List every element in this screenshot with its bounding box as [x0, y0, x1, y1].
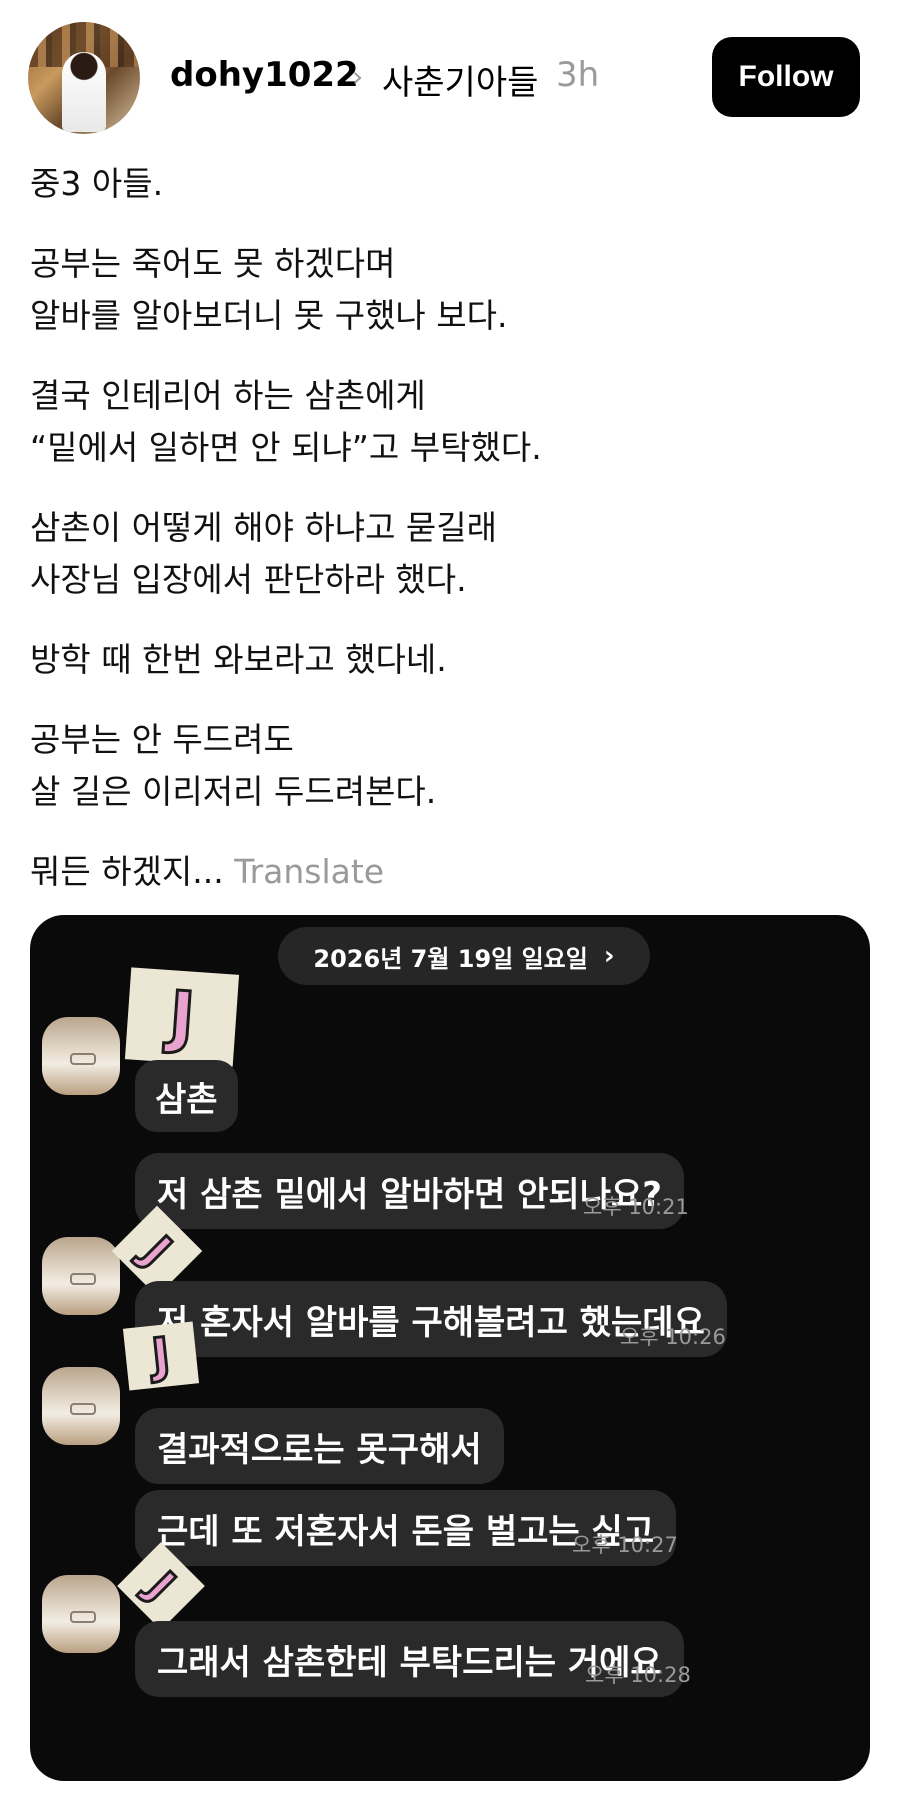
attached-chat-image[interactable]: 2026년 7월 19일 일요일 › J 삼촌 저 삼촌 밑에서 알바하면 안되…: [30, 915, 870, 1781]
post-line: 공부는 안 두드려도: [30, 720, 294, 759]
avatar-person: [62, 52, 106, 132]
chevron-right-icon: ›: [352, 60, 364, 93]
sticker-letter: J: [122, 1321, 200, 1391]
message-bubble: 결과적으로는 못구해서: [135, 1408, 504, 1484]
date-label: 2026년 7월 19일 일요일: [313, 944, 588, 973]
sticker-letter: J: [124, 967, 240, 1067]
post-paragraph: 결국 인테리어 하는 삼촌에게 “밑에서 일하면 안 되냐”고 부탁했다.: [30, 370, 870, 474]
translate-link[interactable]: Translate: [234, 852, 384, 891]
author-avatar[interactable]: [28, 22, 140, 134]
post-line: 살 길은 이리저리 두드려본다.: [30, 772, 437, 811]
message-time: 오후 10:26: [620, 1325, 726, 1349]
post-paragraph: 공부는 안 두드려도 살 길은 이리저리 두드려본다.: [30, 714, 870, 818]
chat-avatar: [42, 1237, 120, 1315]
message-time: 오후 10:21: [583, 1195, 689, 1219]
author-username[interactable]: dohy1022: [170, 55, 359, 95]
post-paragraph: 뭐든 하겠지... Translate: [30, 846, 870, 898]
post-paragraph: 중3 아들.: [30, 158, 870, 210]
community-name[interactable]: 사춘기아들: [382, 55, 538, 104]
post-line: 방학 때 한번 와보라고 했다네.: [30, 640, 447, 679]
chat-avatar: [42, 1367, 120, 1445]
post-paragraph: 삼촌이 어떻게 해야 하냐고 묻길래 사장님 입장에서 판단하라 했다.: [30, 502, 870, 606]
post-line: 알바를 알아보더니 못 구했나 보다.: [30, 296, 508, 335]
post-paragraph: 방학 때 한번 와보라고 했다네.: [30, 634, 870, 686]
chevron-right-icon: ›: [603, 941, 615, 971]
message-time: 오후 10:27: [572, 1533, 678, 1557]
post-line: 중3 아들.: [30, 164, 164, 203]
sender-name: 삼촌: [135, 1060, 238, 1132]
follow-button[interactable]: Follow: [712, 37, 860, 117]
post-line: 뭐든 하겠지...: [30, 852, 224, 891]
post-time: 3h: [556, 55, 600, 95]
post-line: 사장님 입장에서 판단하라 했다.: [30, 560, 467, 599]
message-time: 오후 10:28: [585, 1663, 691, 1687]
chat-avatar: [42, 1575, 120, 1653]
post-line: 공부는 죽어도 못 하겠다며: [30, 244, 396, 283]
post-text: 중3 아들. 공부는 죽어도 못 하겠다며 알바를 알아보더니 못 구했나 보다…: [30, 158, 870, 926]
chat-avatar: [42, 1017, 120, 1095]
post-line: “밑에서 일하면 안 되냐”고 부탁했다.: [30, 428, 542, 467]
post-paragraph: 공부는 죽어도 못 하겠다며 알바를 알아보더니 못 구했나 보다.: [30, 238, 870, 342]
post-line: 삼촌이 어떻게 해야 하냐고 묻길래: [30, 508, 497, 547]
post-line: 결국 인테리어 하는 삼촌에게: [30, 376, 426, 415]
date-divider: 2026년 7월 19일 일요일 ›: [278, 927, 650, 985]
